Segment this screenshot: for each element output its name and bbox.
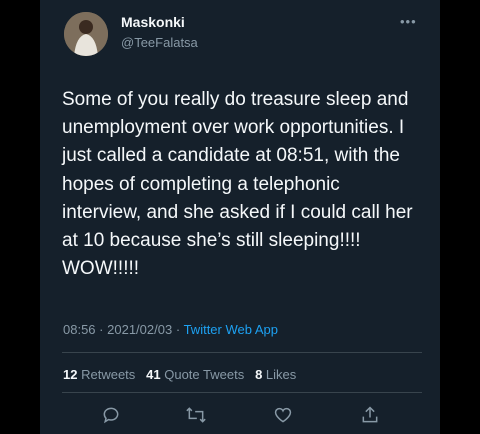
quote-tweets-stat[interactable]: 41 Quote Tweets: [146, 367, 244, 382]
likes-stat[interactable]: 8 Likes: [255, 367, 296, 382]
heart-icon[interactable]: [273, 404, 293, 426]
divider: [62, 392, 422, 393]
meta-separator: ·: [175, 322, 181, 337]
user-handle[interactable]: @TeeFalatsa: [121, 35, 198, 50]
reply-icon[interactable]: [101, 404, 121, 426]
tweet-source[interactable]: Twitter Web App: [184, 322, 278, 337]
avatar[interactable]: [64, 12, 108, 56]
tweet-card: Maskonki @TeeFalatsa ••• Some of you rea…: [40, 0, 440, 434]
retweets-stat[interactable]: 12 Retweets: [63, 367, 135, 382]
tweet-date[interactable]: 2021/02/03: [107, 322, 172, 337]
tweet-meta: 08:56 · 2021/02/03 · Twitter Web App: [63, 322, 278, 337]
tweet-time[interactable]: 08:56: [63, 322, 96, 337]
tweet-stats: 12 Retweets 41 Quote Tweets 8 Likes: [63, 367, 296, 382]
share-icon[interactable]: [360, 404, 380, 426]
more-options-icon[interactable]: •••: [400, 14, 417, 29]
retweet-icon[interactable]: [185, 404, 207, 426]
display-name[interactable]: Maskonki: [121, 14, 185, 30]
meta-separator: ·: [99, 322, 104, 337]
tweet-text: Some of you really do treasure sleep and…: [62, 89, 413, 280]
divider: [62, 352, 422, 353]
